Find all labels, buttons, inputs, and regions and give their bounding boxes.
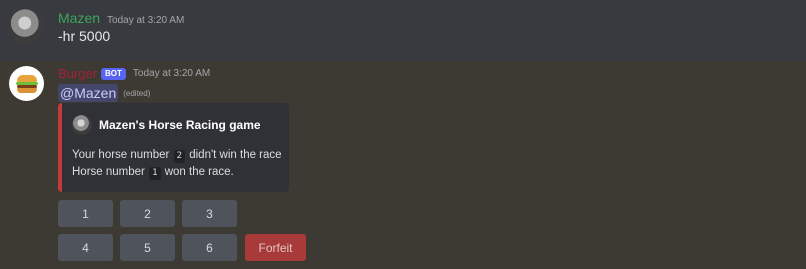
forfeit-button[interactable]: Forfeit (245, 234, 306, 261)
game-embed: Mazen's Horse Racing game Your horse num… (58, 103, 289, 192)
horse-button-3[interactable]: 3 (182, 200, 237, 227)
bot-message-header: Burger BOT Today at 3:20 AM (58, 66, 210, 81)
embed-line-2: Horse number 1 won the race. (72, 166, 234, 180)
bot-badge: BOT (101, 67, 126, 80)
burger-icon (15, 74, 38, 93)
user-message-content: -hr 5000 (58, 28, 111, 44)
user-message: Mazen Today at 3:20 AM -hr 5000 (0, 0, 806, 61)
user-message-header: Mazen Today at 3:20 AM (58, 10, 184, 26)
edited-label: (edited) (123, 88, 151, 98)
embed-author: Mazen's Horse Racing game (72, 115, 261, 135)
horse-button-1[interactable]: 1 (58, 200, 113, 227)
user-timestamp: Today at 3:20 AM (107, 15, 185, 26)
embed-description: Your horse number 2 didn't win the race … (72, 147, 282, 181)
bot-avatar[interactable] (9, 66, 44, 101)
horse-button-6[interactable]: 6 (182, 234, 237, 261)
embed-line-1: Your horse number 2 didn't win the race (72, 149, 282, 163)
bot-message-content: @Mazen (edited) (58, 84, 150, 102)
user-avatar[interactable] (9, 9, 44, 44)
horse-button-4[interactable]: 4 (58, 234, 113, 261)
user-mention[interactable]: @Mazen (58, 84, 119, 102)
winning-horse-code: 1 (149, 167, 161, 180)
horse-number-code: 2 (173, 150, 186, 163)
horse-button-2[interactable]: 2 (120, 200, 175, 227)
embed-author-icon (72, 115, 92, 135)
bot-timestamp: Today at 3:20 AM (132, 68, 211, 79)
user-username[interactable]: Mazen (58, 10, 100, 26)
embed-author-name: Mazen's Horse Racing game (99, 118, 261, 132)
bot-username[interactable]: Burger (58, 66, 97, 81)
horse-button-5[interactable]: 5 (120, 234, 175, 261)
